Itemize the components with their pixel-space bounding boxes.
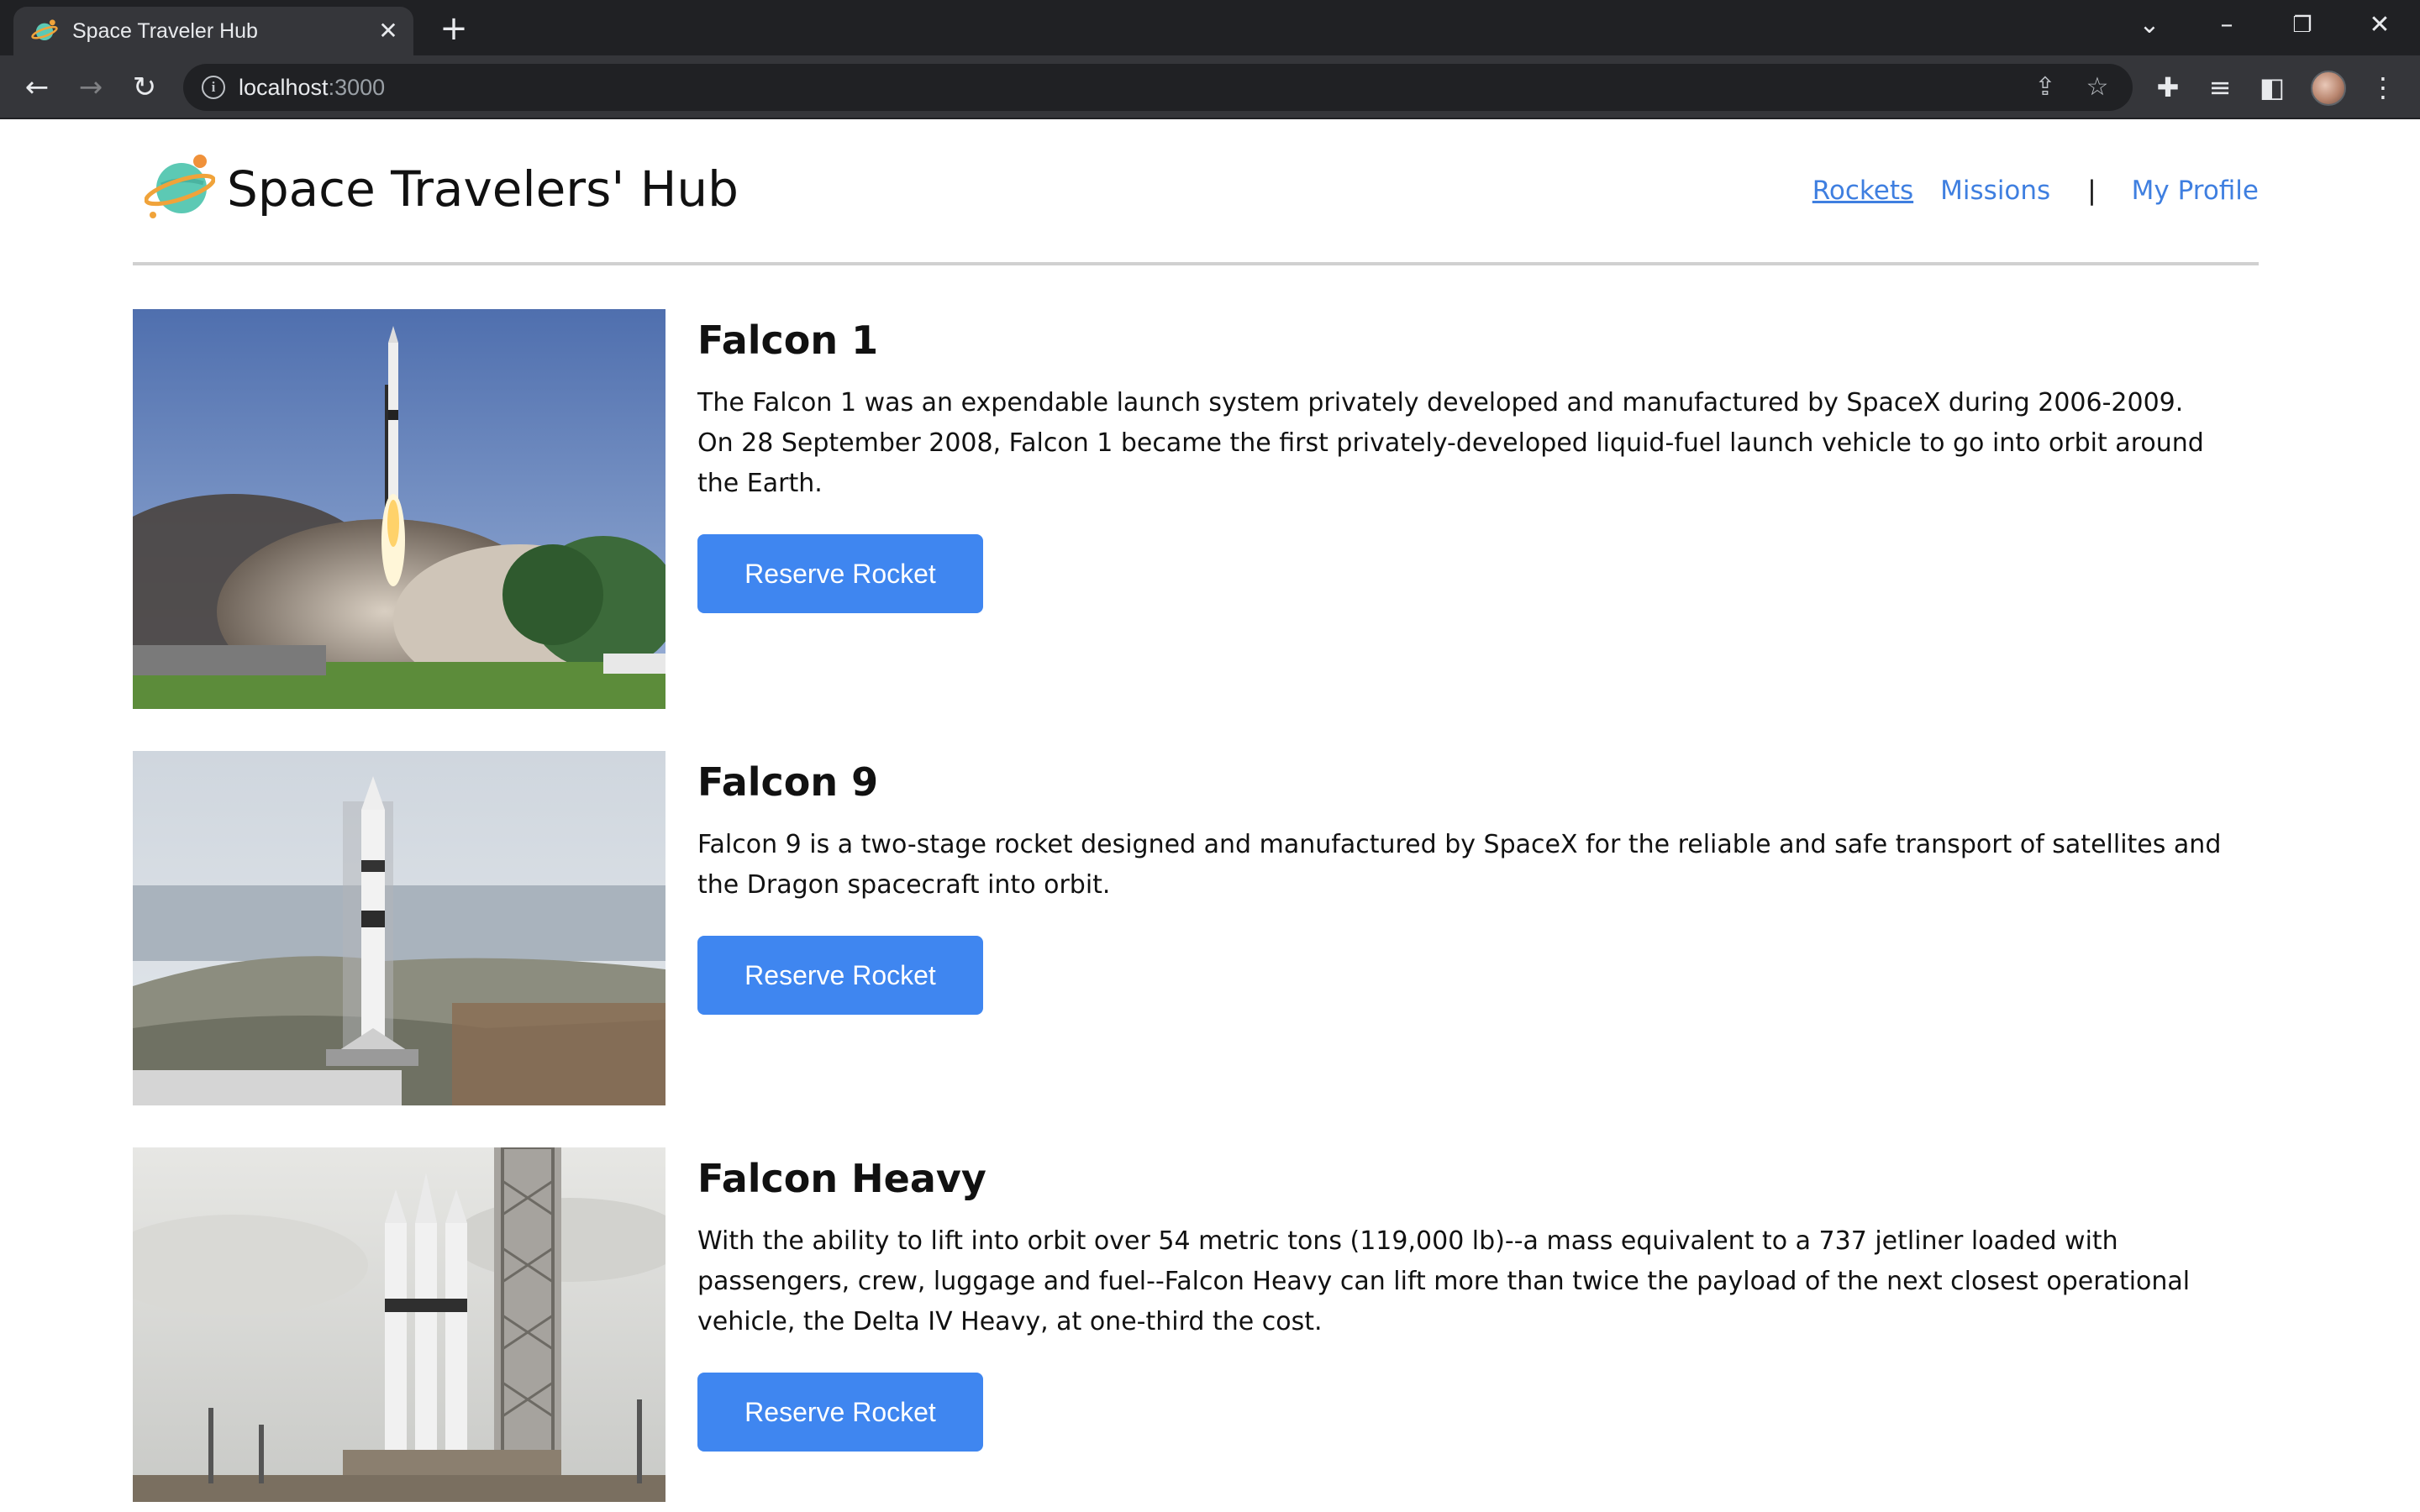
main-nav: Rockets Missions | My Profile (1812, 170, 2259, 212)
window-close-icon[interactable]: ✕ (2354, 8, 2405, 42)
browser-toolbar: ← → ↻ i localhost:3000 ⇪ ☆ ✚ ≡ ◧ ⋮ (0, 55, 2420, 119)
tab-search-chevron-icon[interactable]: ⌄ (2124, 8, 2175, 42)
nav-link-rockets[interactable]: Rockets (1812, 176, 1913, 206)
nav-link-my-profile[interactable]: My Profile (2132, 176, 2259, 206)
site-info-icon[interactable]: i (202, 76, 225, 99)
reload-icon[interactable]: ↻ (124, 67, 165, 108)
browser-tabstrip: Space Traveler Hub ✕ + ⌄ – ❐ ✕ (0, 0, 2420, 55)
rocket-card: Falcon 9 Falcon 9 is a two-stage rocket … (133, 751, 2259, 1105)
bookmark-star-icon[interactable]: ☆ (2081, 71, 2114, 104)
rocket-image-falcon-9 (133, 751, 666, 1105)
minimize-icon[interactable]: – (2202, 8, 2252, 42)
nav-link-missions[interactable]: Missions (1940, 176, 2050, 206)
rocket-image-falcon-heavy (133, 1147, 666, 1502)
planet-logo-icon (145, 155, 215, 218)
nav-separator: | (2087, 176, 2096, 206)
restore-icon[interactable]: ❐ (2277, 8, 2328, 42)
rocket-description: The Falcon 1 was an expendable launch sy… (697, 388, 2204, 498)
rocket-info: Falcon 9 Falcon 9 is a two-stage rocket … (697, 751, 2259, 1015)
rocket-image-falcon-1 (133, 309, 666, 709)
url-text: localhost:3000 (239, 75, 386, 100)
tab-close-icon[interactable]: ✕ (375, 18, 402, 45)
rocket-description: Falcon 9 is a two-stage rocket designed … (697, 830, 2222, 900)
tab-title: Space Traveler Hub (72, 19, 258, 43)
share-icon[interactable]: ⇪ (2028, 71, 2062, 104)
forward-icon[interactable]: → (71, 67, 111, 108)
back-icon[interactable]: ← (17, 67, 57, 108)
rocket-card: Falcon Heavy With the ability to lift in… (133, 1147, 2259, 1502)
site-title: Space Travelers' Hub (227, 160, 739, 218)
reserve-rocket-button[interactable]: Reserve Rocket (697, 936, 983, 1015)
rocket-name: Falcon 9 (697, 759, 879, 805)
rocket-info: Falcon Heavy With the ability to lift in… (697, 1147, 2259, 1452)
rocket-name: Falcon 1 (697, 318, 879, 363)
page-content: Space Travelers' Hub Rockets Missions | … (0, 119, 2420, 1512)
reserve-rocket-button[interactable]: Reserve Rocket (697, 1373, 983, 1452)
profile-avatar[interactable] (2311, 71, 2346, 106)
reserve-rocket-button[interactable]: Reserve Rocket (697, 534, 983, 613)
rocket-card: Falcon 1 The Falcon 1 was an expendable … (133, 309, 2259, 709)
rocket-name: Falcon Heavy (697, 1156, 986, 1201)
browser-tab[interactable]: Space Traveler Hub ✕ (13, 7, 413, 55)
new-tab-icon[interactable]: + (437, 12, 471, 47)
rocket-info: Falcon 1 The Falcon 1 was an expendable … (697, 309, 2259, 613)
media-queue-icon[interactable]: ≡ (2200, 67, 2240, 108)
rocket-description: With the ability to lift into orbit over… (697, 1226, 2191, 1336)
site-header: Space Travelers' Hub Rockets Missions | … (133, 119, 2259, 265)
side-panel-icon[interactable]: ◧ (2252, 67, 2292, 108)
planet-favicon-icon (31, 19, 58, 41)
browser-menu-icon[interactable]: ⋮ (2363, 67, 2403, 108)
extensions-puzzle-icon[interactable]: ✚ (2148, 67, 2188, 108)
address-bar[interactable]: i localhost:3000 ⇪ ☆ (183, 64, 2133, 111)
